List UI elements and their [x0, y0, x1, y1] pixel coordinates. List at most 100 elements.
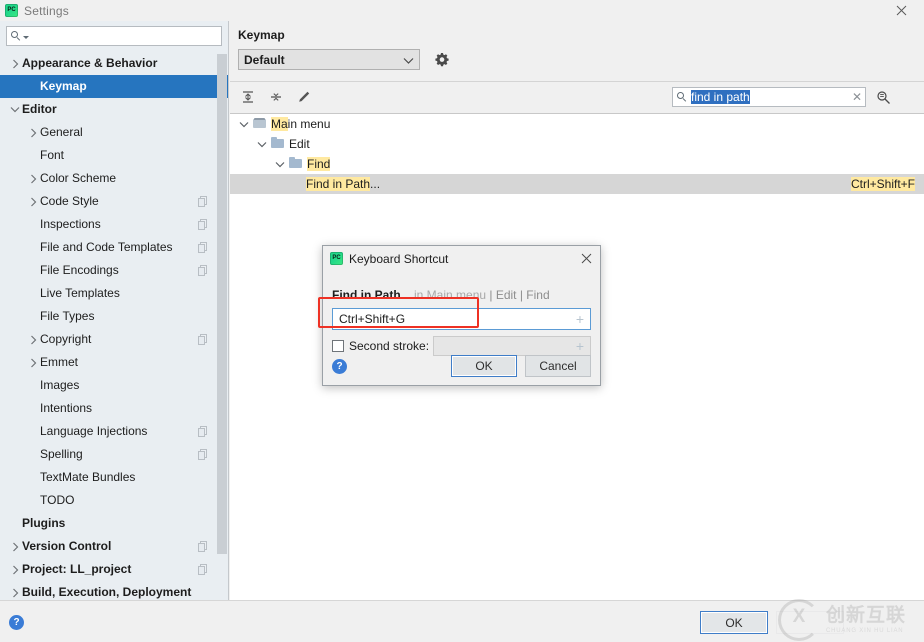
tree-node-text: Main menu	[271, 117, 330, 131]
expand-all-icon[interactable]	[238, 87, 258, 107]
sidebar-item-label: Project: LL_project	[22, 562, 132, 576]
dialog-action-context-in: in Main menu	[410, 288, 487, 302]
collapse-all-icon[interactable]	[266, 87, 286, 107]
sidebar-item-project-ll-project[interactable]: Project: LL_project	[0, 558, 228, 581]
sidebar-item-copyright[interactable]: Copyright	[0, 328, 228, 351]
sidebar-item-label: Emmet	[40, 355, 79, 369]
chevron-right-icon[interactable]	[26, 351, 40, 374]
window-titlebar: Settings	[0, 0, 924, 21]
first-stroke-input[interactable]: Ctrl+Shift+G +	[332, 308, 591, 330]
sidebar-item-todo[interactable]: TODO	[0, 489, 228, 512]
settings-ok-button[interactable]: OK	[700, 611, 768, 634]
chevron-right-icon[interactable]	[8, 581, 22, 600]
dialog-ok-button[interactable]: OK	[451, 355, 517, 377]
sidebar-item-intentions[interactable]: Intentions	[0, 397, 228, 420]
sidebar-item-plugins[interactable]: Plugins	[0, 512, 228, 535]
second-stroke-checkbox[interactable]	[332, 340, 344, 352]
tree-node-label: Edit	[289, 137, 310, 151]
sidebar-item-version-control[interactable]: Version Control	[0, 535, 228, 558]
chevron-right-icon[interactable]	[8, 558, 22, 581]
sidebar-item-label: Version Control	[22, 539, 112, 553]
sidebar-item-label: General	[40, 125, 83, 139]
keymap-select[interactable]: Default	[238, 49, 420, 70]
sidebar-item-general[interactable]: General	[0, 121, 228, 144]
sidebar-item-file-and-code-templates[interactable]: File and Code Templates	[0, 236, 228, 259]
settings-search-box[interactable]	[6, 26, 222, 46]
watermark-logo-icon	[778, 599, 820, 641]
search-icon	[11, 30, 22, 42]
chevron-right-icon[interactable]	[26, 121, 40, 144]
project-scope-icon	[198, 334, 208, 345]
sidebar-item-label: Build, Execution, Deployment	[22, 585, 192, 599]
second-stroke-label: Second stroke:	[349, 339, 430, 353]
search-match-highlight: Ma	[271, 117, 288, 131]
sidebar-item-label: Images	[40, 378, 80, 392]
project-scope-icon	[198, 196, 208, 207]
tree-row[interactable]: Edit	[230, 134, 924, 154]
chevron-right-icon[interactable]	[26, 167, 40, 190]
sidebar-item-editor[interactable]: Editor	[0, 98, 228, 121]
sidebar-item-spelling[interactable]: Spelling	[0, 443, 228, 466]
edit-pencil-icon[interactable]	[294, 87, 314, 107]
sidebar-item-file-types[interactable]: File Types	[0, 305, 228, 328]
sidebar-item-keymap[interactable]: Keymap	[0, 75, 228, 98]
folder-icon	[288, 154, 303, 174]
close-icon[interactable]	[576, 249, 596, 268]
gear-icon[interactable]	[434, 52, 450, 68]
first-stroke-value: Ctrl+Shift+G	[339, 312, 406, 326]
shortcut-search-box[interactable]: find in path ✕	[672, 87, 866, 107]
keymap-toolbar	[238, 87, 314, 107]
watermark-en-text: CHUANG XIN HU LIAN	[826, 627, 904, 634]
help-icon[interactable]: ?	[9, 615, 24, 630]
sidebar-item-inspections[interactable]: Inspections	[0, 213, 228, 236]
dialog-action-context-rest: | Edit | Find	[486, 288, 550, 302]
close-icon[interactable]	[878, 0, 924, 21]
help-icon[interactable]: ?	[332, 358, 347, 374]
sidebar-item-textmate-bundles[interactable]: TextMate Bundles	[0, 466, 228, 489]
sidebar-scrollbar-thumb[interactable]	[217, 54, 227, 554]
sidebar-item-appearance-behavior[interactable]: Appearance & Behavior	[0, 52, 228, 75]
sidebar-item-live-templates[interactable]: Live Templates	[0, 282, 228, 305]
chevron-down-icon[interactable]	[236, 114, 252, 134]
sidebar-item-label: File Encodings	[40, 263, 119, 277]
chevron-down-icon[interactable]	[254, 134, 270, 154]
sidebar-item-images[interactable]: Images	[0, 374, 228, 397]
chevron-down-icon[interactable]	[8, 98, 22, 121]
sidebar-item-code-style[interactable]: Code Style	[0, 190, 228, 213]
tree-row[interactable]: Main menu	[230, 114, 924, 134]
dialog-cancel-button[interactable]: Cancel	[525, 355, 591, 377]
chevron-right-icon[interactable]	[8, 52, 22, 75]
sidebar-item-file-encodings[interactable]: File Encodings	[0, 259, 228, 282]
tree-row[interactable]: Find in Path... Ctrl+Shift+F	[230, 174, 924, 194]
clear-icon[interactable]: ✕	[849, 90, 865, 104]
sidebar-item-color-scheme[interactable]: Color Scheme	[0, 167, 228, 190]
sidebar-item-build-execution-deployment[interactable]: Build, Execution, Deployment	[0, 581, 228, 600]
search-match-highlight: Find	[307, 157, 331, 171]
project-scope-icon	[198, 564, 208, 575]
chevron-right-icon[interactable]	[8, 535, 22, 558]
chevron-right-icon[interactable]	[26, 328, 40, 351]
settings-category-tree[interactable]: Appearance & Behavior Keymap Editor General…	[0, 52, 228, 600]
chevron-down-icon[interactable]	[272, 154, 288, 174]
project-scope-icon	[198, 242, 208, 253]
sidebar-item-label: Font	[40, 148, 65, 162]
sidebar-item-language-injections[interactable]: Language Injections	[0, 420, 228, 443]
tree-node-text: Edit	[289, 137, 310, 151]
chevron-right-icon[interactable]	[26, 190, 40, 213]
tree-row[interactable]: Find	[230, 154, 924, 174]
sidebar-item-font[interactable]: Font	[0, 144, 228, 167]
plus-icon[interactable]: +	[576, 312, 586, 326]
menu-folder-icon	[252, 114, 267, 134]
find-by-shortcut-icon[interactable]	[874, 87, 892, 107]
sidebar-item-emmet[interactable]: Emmet	[0, 351, 228, 374]
keymap-scheme-row: Default	[238, 49, 450, 70]
keymap-select-value: Default	[244, 52, 285, 67]
sidebar-item-label: Appearance & Behavior	[22, 56, 158, 70]
search-input[interactable]	[29, 28, 221, 44]
